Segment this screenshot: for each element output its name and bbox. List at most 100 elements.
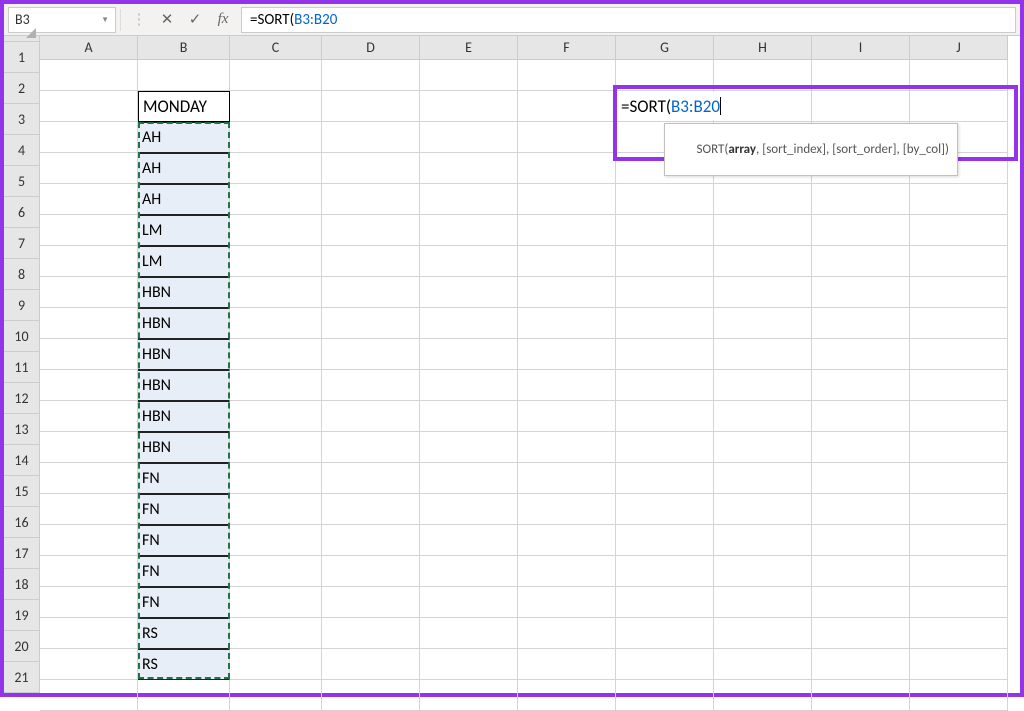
cell[interactable] (910, 339, 1008, 370)
cell[interactable] (230, 432, 322, 463)
cell[interactable]: RS (138, 618, 230, 649)
cell[interactable] (714, 401, 812, 432)
cell[interactable] (910, 649, 1008, 680)
cell[interactable] (910, 525, 1008, 556)
cell[interactable] (230, 308, 322, 339)
cell[interactable]: HBN (138, 308, 230, 339)
cell[interactable] (812, 308, 910, 339)
cell[interactable] (420, 60, 518, 91)
cell[interactable] (322, 277, 420, 308)
enter-icon[interactable]: ✓ (181, 7, 209, 33)
cell[interactable] (40, 494, 138, 525)
cell[interactable]: MONDAY (138, 91, 230, 122)
cell[interactable] (714, 587, 812, 618)
cell[interactable] (714, 339, 812, 370)
row-header[interactable]: 5 (4, 166, 40, 197)
cell[interactable] (518, 122, 616, 153)
cell[interactable] (518, 432, 616, 463)
cell[interactable] (616, 556, 714, 587)
cell[interactable] (420, 618, 518, 649)
cell[interactable] (616, 525, 714, 556)
cell[interactable] (230, 153, 322, 184)
cell[interactable] (40, 122, 138, 153)
cell[interactable] (40, 370, 138, 401)
cell[interactable] (616, 432, 714, 463)
cell[interactable] (420, 246, 518, 277)
cell[interactable]: AH (138, 184, 230, 215)
active-cell-editor[interactable]: =SORT(B3:B20 (619, 92, 723, 120)
row-header[interactable]: 18 (4, 569, 40, 600)
row-header[interactable]: 13 (4, 414, 40, 445)
cell[interactable] (230, 91, 322, 122)
cell[interactable] (714, 494, 812, 525)
cell[interactable] (420, 401, 518, 432)
cell[interactable]: LM (138, 215, 230, 246)
row-header[interactable]: 14 (4, 445, 40, 476)
cell[interactable] (518, 525, 616, 556)
fx-icon[interactable]: fx (209, 7, 237, 33)
cell[interactable] (40, 463, 138, 494)
cell[interactable] (616, 680, 714, 711)
cell[interactable] (40, 215, 138, 246)
cell[interactable] (40, 432, 138, 463)
cell[interactable] (230, 215, 322, 246)
row-header[interactable]: 10 (4, 321, 40, 352)
cell[interactable] (910, 308, 1008, 339)
row-header[interactable]: 3 (4, 104, 40, 135)
col-header[interactable]: E (420, 36, 518, 60)
cell[interactable]: FN (138, 556, 230, 587)
row-header[interactable]: 12 (4, 383, 40, 414)
cell[interactable] (230, 525, 322, 556)
cell[interactable] (40, 401, 138, 432)
cell[interactable] (616, 339, 714, 370)
cell[interactable] (714, 525, 812, 556)
cell[interactable] (230, 556, 322, 587)
cell[interactable] (714, 215, 812, 246)
cell[interactable] (420, 680, 518, 711)
cell[interactable] (812, 277, 910, 308)
cell[interactable] (910, 432, 1008, 463)
cell[interactable] (812, 60, 910, 91)
cell[interactable] (714, 618, 812, 649)
cell[interactable] (910, 401, 1008, 432)
cell[interactable] (322, 463, 420, 494)
cell[interactable] (910, 246, 1008, 277)
cell[interactable] (910, 184, 1008, 215)
cell[interactable]: HBN (138, 339, 230, 370)
cell[interactable] (518, 246, 616, 277)
cell[interactable] (812, 494, 910, 525)
cell[interactable] (812, 525, 910, 556)
cell[interactable] (40, 153, 138, 184)
row-header[interactable]: 15 (4, 476, 40, 507)
cell[interactable] (616, 618, 714, 649)
row-header[interactable]: 20 (4, 631, 40, 662)
cell[interactable] (322, 153, 420, 184)
cell[interactable] (616, 494, 714, 525)
cell[interactable] (518, 401, 616, 432)
cell[interactable] (616, 308, 714, 339)
row-header[interactable]: 17 (4, 538, 40, 569)
cell[interactable] (322, 246, 420, 277)
cell[interactable] (616, 277, 714, 308)
cell[interactable] (812, 91, 910, 122)
col-header[interactable]: J (910, 36, 1008, 60)
cell[interactable] (322, 184, 420, 215)
cell[interactable] (714, 649, 812, 680)
row-header[interactable]: 19 (4, 600, 40, 631)
cell[interactable] (910, 618, 1008, 649)
cell[interactable] (230, 649, 322, 680)
cell[interactable] (518, 91, 616, 122)
cell[interactable] (40, 91, 138, 122)
cell[interactable] (616, 246, 714, 277)
cell[interactable] (812, 649, 910, 680)
row-header[interactable]: 7 (4, 228, 40, 259)
cell[interactable]: RS (138, 649, 230, 680)
cell[interactable] (40, 587, 138, 618)
cell[interactable] (40, 525, 138, 556)
cell[interactable]: FN (138, 587, 230, 618)
cell[interactable] (518, 494, 616, 525)
cell[interactable] (230, 122, 322, 153)
cell[interactable] (616, 587, 714, 618)
cell[interactable]: HBN (138, 432, 230, 463)
cell[interactable] (322, 494, 420, 525)
